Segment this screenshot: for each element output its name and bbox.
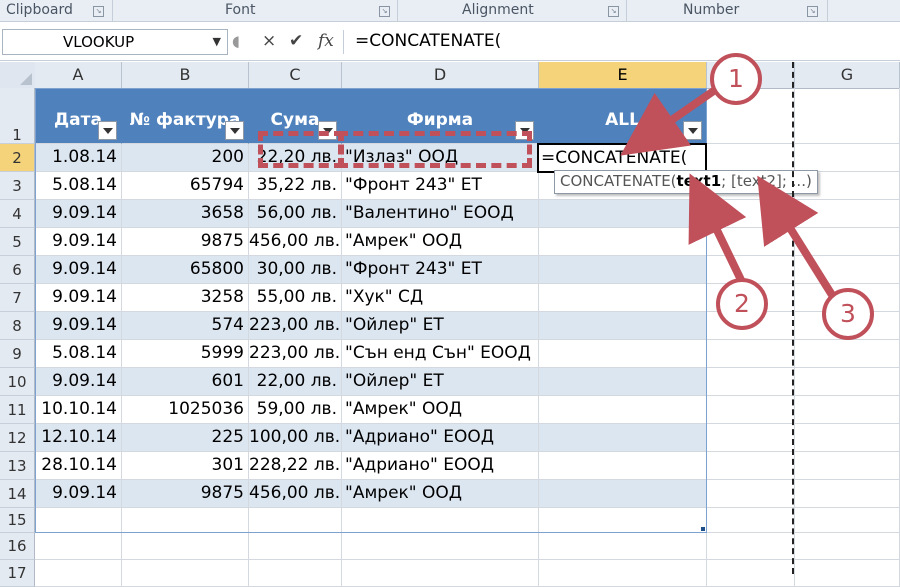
arrow-2	[688, 173, 747, 284]
annotation-badge-3: 3	[822, 288, 874, 340]
arrow-1	[620, 86, 718, 156]
annotation-badge-2: 2	[716, 278, 768, 330]
annotation-arrows	[620, 86, 836, 298]
arrow-3	[757, 175, 836, 298]
annotation-badge-1: 1	[710, 53, 762, 105]
